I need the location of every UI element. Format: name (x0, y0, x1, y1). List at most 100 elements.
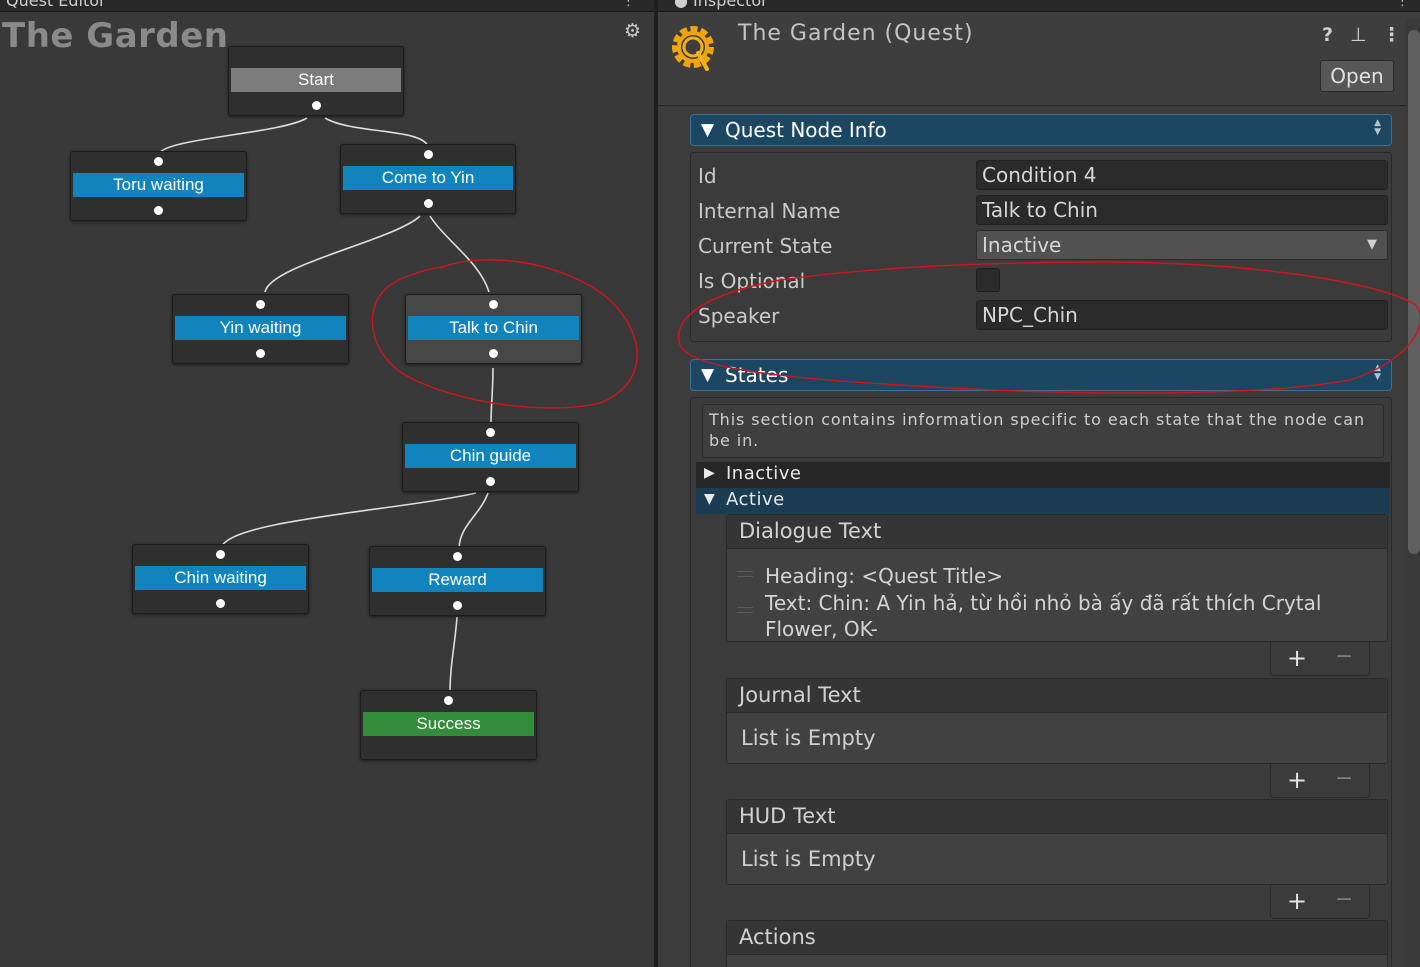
inspector-tab-icon: ● (674, 0, 694, 10)
dialogue-text-footer: + − (1270, 642, 1370, 676)
quest-node-info-section-header[interactable]: ▼ Quest Node Info ▲ ▼ (690, 114, 1392, 146)
node-reward-input-port[interactable] (453, 552, 462, 561)
connection-start-toru (158, 117, 308, 155)
inspector-scrollbar-thumb[interactable] (1408, 30, 1420, 554)
node-come-to-yin[interactable]: Come to Yin (340, 144, 516, 214)
node-start-output-port[interactable] (311, 101, 321, 110)
states-section-header[interactable]: ▼ States ▲ ▼ (690, 359, 1392, 391)
node-reward[interactable]: Reward (369, 546, 546, 616)
reorder-arrows-icon[interactable]: ▲ ▼ (1374, 364, 1381, 382)
is-optional-label: Is Optional (698, 269, 806, 293)
node-yin-waiting-label: Yin waiting (175, 316, 346, 340)
journal-text-header[interactable]: Journal Text (727, 679, 1387, 713)
asset-title: The Garden (Quest) (738, 21, 974, 46)
remove-item-icon[interactable]: − (1335, 887, 1353, 912)
preset-sliders-icon[interactable]: ⊥ (1350, 24, 1367, 46)
node-success-label: Success (363, 712, 534, 736)
inspector-tab-label: Inspector (693, 0, 768, 10)
node-chin-guide-input-port[interactable] (486, 428, 495, 437)
node-yin-waiting-input-port[interactable] (256, 300, 265, 309)
internal-name-field[interactable]: Talk to Chin (976, 195, 1388, 225)
help-icon[interactable]: ? (1322, 24, 1333, 46)
add-item-icon[interactable]: + (1287, 887, 1307, 915)
actions-title: Actions (739, 925, 816, 949)
fold-down-icon: ▼ (701, 365, 715, 385)
node-chin-waiting[interactable]: Chin waiting (132, 544, 309, 614)
node-come-to-yin-label: Come to Yin (343, 166, 513, 190)
states-help-box: This section contains information specif… (702, 404, 1384, 458)
state-inactive-foldout[interactable]: ▶ Inactive (696, 462, 1390, 488)
node-yin-waiting-output-port[interactable] (256, 349, 265, 358)
inspector-panel: ● Inspector ⋮ The Garden (Quest) ? ⊥ ⋮ O… (658, 0, 1420, 967)
current-state-label: Current State (698, 234, 833, 258)
node-come-to-yin-output-port[interactable] (423, 199, 433, 208)
node-toru-waiting-output-port[interactable] (154, 206, 163, 215)
node-chin-waiting-input-port[interactable] (216, 550, 225, 559)
node-reward-output-port[interactable] (453, 601, 462, 610)
dialogue-entry-text[interactable]: Text: Chin: A Yin hả, từ hồi nhỏ bà ấy đ… (765, 590, 1381, 642)
add-item-icon[interactable]: + (1287, 766, 1307, 794)
quest-node-info-label: Quest Node Info (725, 118, 887, 142)
remove-item-icon[interactable]: − (1335, 766, 1353, 791)
node-start[interactable]: Start (228, 46, 404, 116)
state-active-label: Active (726, 489, 785, 510)
open-button[interactable]: Open (1320, 60, 1394, 92)
node-talk-to-chin-output-port[interactable] (489, 349, 498, 358)
node-talk-to-chin-input-port[interactable] (489, 300, 498, 309)
unity-editor-root: Quest Editor ⋮ The Garden ⚙ Start Toru w (0, 0, 1420, 967)
id-field[interactable]: Condition 4 (976, 160, 1388, 190)
node-chin-guide-label: Chin guide (405, 444, 576, 468)
node-start-label: Start (231, 68, 401, 92)
node-toru-waiting-label: Toru waiting (73, 173, 244, 197)
speaker-label: Speaker (698, 304, 780, 328)
state-active-foldout[interactable]: ▼ Active (696, 488, 1390, 514)
hud-text-list: HUD Text List is Empty (726, 799, 1388, 885)
node-toru-waiting-input-port[interactable] (154, 157, 163, 166)
speaker-field[interactable]: NPC_Chin (976, 300, 1388, 330)
current-state-value: Inactive (982, 233, 1062, 257)
connection-chinguide-reward (458, 492, 489, 549)
node-toru-waiting[interactable]: Toru waiting (70, 151, 247, 221)
inspector-tab-strip: ● Inspector ⋮ (658, 0, 1420, 12)
internal-name-label: Internal Name (698, 199, 841, 223)
node-talk-to-chin[interactable]: Talk to Chin (405, 294, 582, 364)
actions-header[interactable]: Actions (727, 921, 1387, 955)
inspector-tab[interactable]: ● Inspector (674, 0, 768, 10)
inspector-header: The Garden (Quest) ? ⊥ ⋮ Open (658, 12, 1420, 106)
dialogue-entry-heading[interactable]: Heading: <Quest Title> (765, 563, 1381, 589)
fold-right-icon: ▶ (704, 465, 715, 481)
hud-text-header[interactable]: HUD Text (727, 800, 1387, 834)
add-item-icon[interactable]: + (1287, 644, 1307, 672)
fold-down-icon: ▼ (701, 120, 715, 140)
node-chin-guide-output-port[interactable] (486, 477, 495, 486)
reorder-arrows-icon[interactable]: ▲ ▼ (1374, 119, 1381, 137)
node-chin-guide[interactable]: Chin guide (402, 422, 579, 492)
node-reward-label: Reward (372, 568, 543, 592)
node-chin-waiting-output-port[interactable] (216, 599, 225, 608)
actions-list: Actions (726, 920, 1388, 967)
connection-come-talk (429, 215, 490, 293)
id-label: Id (698, 164, 717, 188)
connection-come-yin (264, 215, 421, 293)
drag-handle-icon[interactable] (737, 607, 753, 613)
tab-menu-icon[interactable]: ⋮ (1396, 0, 1409, 9)
remove-item-icon[interactable]: − (1335, 644, 1353, 669)
current-state-dropdown[interactable]: Inactive ▼ (976, 230, 1388, 260)
node-success-input-port[interactable] (444, 696, 453, 705)
drag-handle-icon[interactable] (737, 571, 753, 577)
journal-text-title: Journal Text (739, 683, 861, 707)
fold-down-icon: ▼ (704, 491, 715, 507)
connection-start-come (324, 117, 429, 147)
node-yin-waiting[interactable]: Yin waiting (172, 294, 349, 364)
hud-text-empty: List is Empty (741, 847, 876, 871)
connection-reward-success (449, 616, 458, 693)
node-success[interactable]: Success (360, 690, 537, 760)
connection-chinguide-chinwaiting (221, 492, 477, 547)
node-talk-to-chin-label: Talk to Chin (408, 316, 579, 340)
journal-text-list: Journal Text List is Empty (726, 678, 1388, 764)
dialogue-text-list: Dialogue Text Heading: <Quest Title> Tex… (726, 514, 1388, 642)
dialogue-text-header[interactable]: Dialogue Text (727, 515, 1387, 549)
node-come-to-yin-input-port[interactable] (423, 150, 433, 159)
is-optional-checkbox[interactable] (976, 268, 1000, 292)
kebab-menu-icon[interactable]: ⋮ (1382, 24, 1401, 46)
